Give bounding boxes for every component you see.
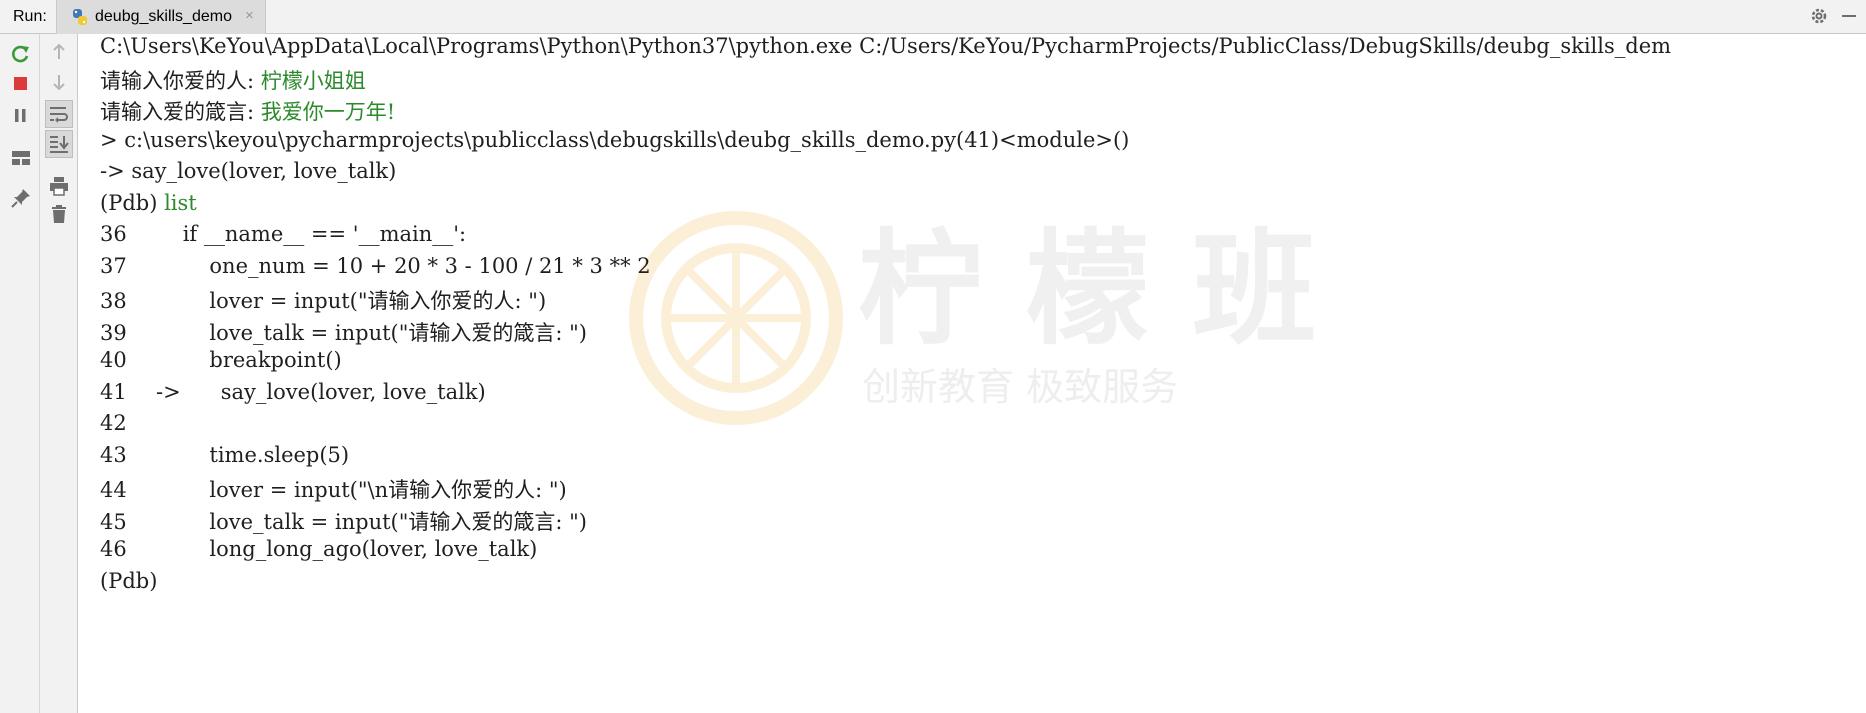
pdb-final-prompt[interactable]: (Pdb) (100, 569, 157, 593)
line-code: love_talk = input("请输入爱的箴言: ") (156, 321, 588, 345)
python-icon (71, 8, 89, 26)
code-line: 43 time.sleep(5) (100, 443, 349, 467)
run-toolbar-primary (0, 34, 40, 713)
stop-icon[interactable] (9, 72, 33, 96)
code-line: 39 love_talk = input("请输入爱的箴言: ") (100, 317, 587, 347)
watermark-brand: 柠 檬 班 (858, 218, 1316, 362)
run-toolbar-secondary (40, 34, 78, 713)
line-number: 36 (100, 222, 127, 246)
code-line: 42 (100, 411, 156, 435)
watermark-logo: 柠 檬 班 创新教育 极致服务 (629, 211, 1316, 425)
line-code: if __name__ == '__main__': (156, 222, 467, 246)
line-number: 44 (100, 478, 127, 502)
code-line: 38 lover = input("请输入你爱的人: ") (100, 285, 546, 315)
line-number: 37 (100, 254, 127, 278)
pdb-current-line: -> say_love(lover, love_talk) (100, 159, 397, 183)
console-output[interactable]: 柠 檬 班 创新教育 极致服务 C:\Users\KeYou\AppData\L… (78, 34, 1866, 713)
layout-icon[interactable] (9, 146, 33, 170)
prompt-text: 请输入爱的箴言: (100, 100, 261, 124)
line-number: 40 (100, 348, 127, 372)
pdb-command-line: (Pdb) list (100, 191, 197, 215)
pdb-prompt: (Pdb) (100, 191, 165, 215)
arrow-down-icon[interactable] (47, 70, 71, 94)
scroll-to-end-icon[interactable] (45, 130, 73, 158)
pin-icon[interactable] (9, 186, 33, 210)
code-line-current: 41 -> say_love(lover, love_talk) (100, 380, 486, 404)
input-line-1: 请输入你爱的人: 柠檬小姐姐 (100, 65, 366, 95)
print-icon[interactable] (47, 174, 71, 198)
line-number: 45 (100, 510, 127, 534)
pdb-command: list (164, 191, 197, 215)
pause-icon[interactable] (9, 104, 33, 128)
line-number: 42 (100, 411, 127, 435)
run-label: Run: (13, 8, 47, 25)
trash-icon[interactable] (47, 202, 71, 226)
line-code: one_num = 10 + 20 * 3 - 100 / 21 * 3 ** … (156, 254, 651, 278)
rerun-icon[interactable] (9, 42, 33, 66)
tab-deubg-skills-demo[interactable]: deubg_skills_demo × (56, 0, 266, 34)
tab-label: deubg_skills_demo (95, 8, 232, 25)
code-line: 45 love_talk = input("请输入爱的箴言: ") (100, 506, 587, 536)
code-line: 40 breakpoint() (100, 348, 342, 372)
command-line: C:\Users\KeYou\AppData\Local\Programs\Py… (100, 34, 1672, 58)
line-code: lover = input("\n请输入你爱的人: ") (156, 478, 567, 502)
close-icon[interactable]: × (245, 7, 254, 24)
current-line-marker: -> (156, 380, 181, 404)
line-code: time.sleep(5) (156, 443, 350, 467)
user-input: 柠檬小姐姐 (260, 69, 366, 93)
watermark-slogan: 创新教育 极致服务 (862, 365, 1178, 409)
line-number: 43 (100, 443, 127, 467)
line-code: love_talk = input("请输入爱的箴言: ") (156, 510, 588, 534)
line-number: 39 (100, 321, 127, 345)
code-line: 46 long_long_ago(lover, love_talk) (100, 537, 537, 561)
soft-wrap-icon[interactable] (45, 100, 73, 128)
line-number: 41 (100, 380, 127, 404)
line-code: breakpoint() (156, 348, 342, 372)
minimize-icon[interactable] (1838, 5, 1860, 27)
code-line: 37 one_num = 10 + 20 * 3 - 100 / 21 * 3 … (100, 254, 651, 278)
line-number: 38 (100, 289, 127, 313)
code-line: 44 lover = input("\n请输入你爱的人: ") (100, 474, 567, 504)
arrow-up-icon[interactable] (47, 40, 71, 64)
run-tool-window-header: Run: deubg_skills_demo × (0, 0, 1866, 34)
pdb-location: > c:\users\keyou\pycharmprojects\publicc… (100, 128, 1130, 152)
line-code: long_long_ago(lover, love_talk) (156, 537, 538, 561)
line-number: 46 (100, 537, 127, 561)
code-line: 36 if __name__ == '__main__': (100, 222, 466, 246)
line-code: lover = input("请输入你爱的人: ") (156, 289, 547, 313)
input-line-2: 请输入爱的箴言: 我爱你一万年! (100, 96, 395, 126)
prompt-text: 请输入你爱的人: (100, 69, 261, 93)
line-code: say_love(lover, love_talk) (180, 380, 486, 404)
gear-icon[interactable] (1808, 5, 1830, 27)
user-input: 我爱你一万年! (260, 100, 396, 124)
